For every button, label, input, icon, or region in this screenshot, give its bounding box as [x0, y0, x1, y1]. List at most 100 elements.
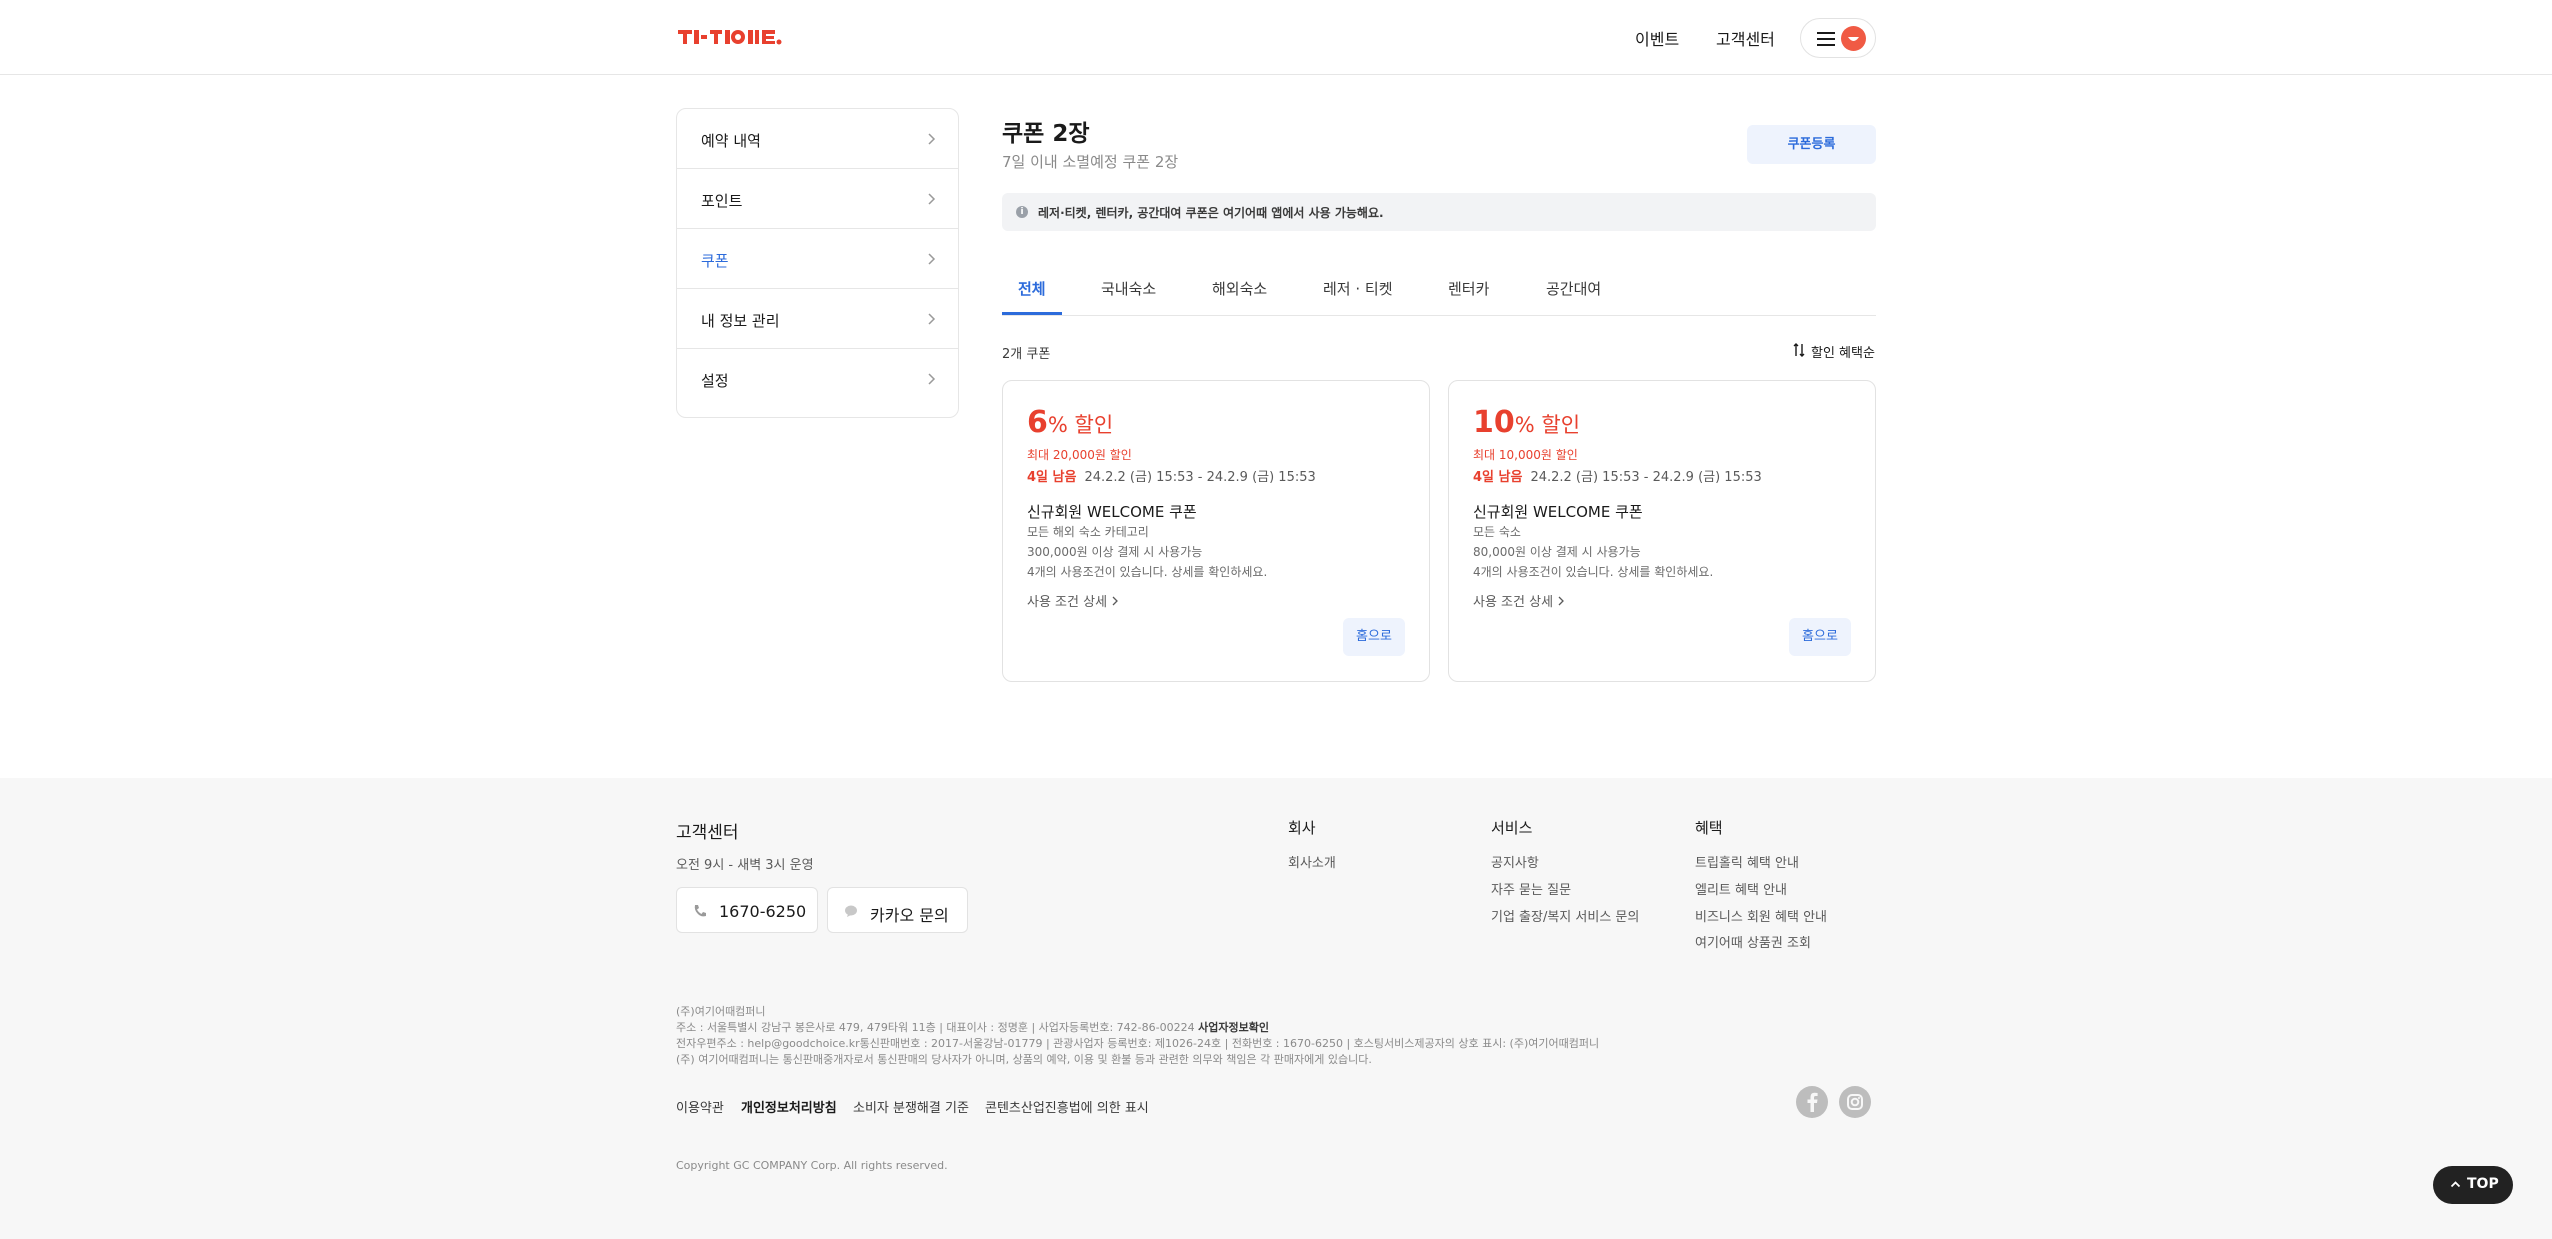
sidebar-item-label: 쿠폰	[701, 252, 729, 270]
tab-space-rental[interactable]: 공간대여	[1546, 278, 1601, 299]
footer-col-company-title: 회사	[1288, 819, 1316, 837]
mypage-sidebar: 예약 내역 포인트 쿠폰 내 정보 관리 설정	[676, 108, 959, 418]
top-header: 이벤트 고객센터	[0, 0, 2552, 75]
nav-customer-center-link[interactable]: 고객센터	[1716, 26, 1775, 50]
scroll-top-label: TOP	[2467, 1176, 2499, 1192]
phone-number: 1670-6250	[719, 902, 807, 921]
coupon-days-left: 4일 남음	[1473, 470, 1523, 485]
page-subtitle: 7일 이내 소멸예정 쿠폰 2장	[1002, 153, 1179, 171]
footer-contact-info: 전자우편주소 : help@goodchoice.kr통신판매번호 : 2017…	[676, 1037, 1600, 1050]
chevron-right-icon	[928, 313, 936, 325]
coupon-max-discount: 최대 10,000원 할인	[1473, 448, 1578, 462]
chat-bubble-icon	[845, 905, 857, 917]
go-home-button[interactable]: 홈으로	[1789, 618, 1851, 656]
coupon-discount-unit: % 할인	[1514, 413, 1581, 437]
footer-company-name: (주)여기어때컴퍼니	[676, 1005, 766, 1018]
sort-dropdown[interactable]: 할인 혜택순	[1811, 342, 1876, 361]
footer-disclaimer: (주) 여기어때컴퍼니는 통신판매중개자로서 통신판매의 당사자가 아니며, 상…	[676, 1053, 1372, 1066]
chevron-right-icon	[1558, 596, 1565, 606]
footer-terms-link[interactable]: 이용약관	[676, 1097, 724, 1116]
footer-content-law-link[interactable]: 콘텐츠산업진흥법에 의한 표시	[985, 1097, 1149, 1116]
coupon-tabs: 전체 국내숙소 해외숙소 레저 · 티켓 렌터카 공간대여	[1002, 268, 1876, 316]
footer-link-elite[interactable]: 엘리트 혜택 안내	[1695, 879, 1787, 898]
sidebar-item-label: 포인트	[701, 192, 743, 210]
coupon-count: 2개 쿠폰	[1002, 347, 1051, 362]
site-footer	[0, 778, 2552, 1239]
chevron-right-icon	[928, 133, 936, 145]
coupon-discount-unit: % 할인	[1047, 413, 1114, 437]
footer-link-tripholic[interactable]: 트립홀릭 혜택 안내	[1695, 852, 1799, 871]
sidebar-item-label: 내 정보 관리	[701, 312, 780, 330]
chevron-right-icon	[928, 253, 936, 265]
coupon-discount: 10% 할인	[1473, 405, 1580, 440]
tab-leisure-ticket[interactable]: 레저 · 티켓	[1323, 278, 1393, 299]
info-icon: i	[1016, 206, 1028, 218]
footer-col-benefit-title: 혜택	[1695, 819, 1723, 837]
kakao-inquiry-label: 카카오 문의	[870, 906, 949, 925]
sidebar-item-points[interactable]: 포인트	[677, 169, 958, 229]
coupon-date-range: 24.2.2 (금) 15:53 - 24.2.9 (금) 15:53	[1530, 470, 1762, 485]
coupon-condition: 80,000원 이상 결제 시 사용가능	[1473, 545, 1641, 559]
coupon-days-left: 4일 남음	[1027, 470, 1077, 485]
active-tab-indicator	[1002, 312, 1062, 315]
footer-company-address: 주소 : 서울특별시 강남구 봉은사로 479, 479타워 11층 | 대표이…	[676, 1019, 1269, 1035]
chevron-right-icon	[928, 193, 936, 205]
scroll-top-button[interactable]: TOP	[2433, 1166, 2513, 1204]
kakao-inquiry-button[interactable]: 카카오 문의	[827, 887, 968, 933]
facebook-icon[interactable]	[1796, 1086, 1828, 1118]
copyright: Copyright GC COMPANY Corp. All rights re…	[676, 1159, 948, 1172]
footer-dispute-link[interactable]: 소비자 분쟁해결 기준	[853, 1097, 969, 1116]
sidebar-item-label: 설정	[701, 372, 729, 390]
chevron-right-icon	[1112, 596, 1119, 606]
coupon-detail-label: 사용 조건 상세	[1473, 595, 1554, 610]
footer-link-gift-card[interactable]: 여기어때 상품권 조회	[1695, 932, 1811, 951]
footer-link-business-member[interactable]: 비즈니스 회원 혜택 안내	[1695, 906, 1827, 925]
footer-link-about[interactable]: 회사소개	[1288, 852, 1336, 871]
footer-address-text: 주소 : 서울특별시 강남구 봉은사로 479, 479타워 11층 | 대표이…	[676, 1021, 1195, 1034]
phone-button[interactable]: 1670-6250	[676, 887, 818, 933]
go-home-button[interactable]: 홈으로	[1343, 618, 1405, 656]
coupon-discount-value: 10	[1473, 405, 1515, 440]
sidebar-item-label: 예약 내역	[701, 132, 761, 150]
coupon-discount-value: 6	[1027, 405, 1048, 440]
phone-icon	[694, 905, 706, 917]
chevron-right-icon	[928, 373, 936, 385]
footer-cs-hours: 오전 9시 - 새벽 3시 운영	[676, 858, 814, 873]
register-coupon-button[interactable]: 쿠폰등록	[1747, 125, 1876, 164]
coupon-condition: 모든 해외 숙소 카테고리	[1027, 525, 1149, 539]
tab-overseas[interactable]: 해외숙소	[1212, 278, 1267, 299]
footer-link-business-inquiry[interactable]: 기업 출장/복지 서비스 문의	[1491, 906, 1639, 925]
nav-event-link[interactable]: 이벤트	[1635, 26, 1679, 50]
avatar	[1841, 26, 1866, 51]
coupon-detail-label: 사용 조건 상세	[1027, 595, 1108, 610]
coupon-period: 4일 남음 24.2.2 (금) 15:53 - 24.2.9 (금) 15:53	[1473, 466, 1762, 485]
coupon-detail-link[interactable]: 사용 조건 상세	[1027, 591, 1119, 610]
coupon-period: 4일 남음 24.2.2 (금) 15:53 - 24.2.9 (금) 15:53	[1027, 466, 1316, 485]
yeogi-logo[interactable]	[676, 24, 784, 50]
coupon-card: 10% 할인 최대 10,000원 할인 4일 남음 24.2.2 (금) 15:…	[1448, 380, 1876, 682]
profile-menu-button[interactable]	[1800, 18, 1876, 58]
sidebar-item-coupons[interactable]: 쿠폰	[677, 229, 958, 289]
business-info-link[interactable]: 사업자정보확인	[1198, 1021, 1269, 1034]
info-notice: i 레저·티켓, 렌터카, 공간대여 쿠폰은 여기어때 앱에서 사용 가능해요.	[1002, 193, 1876, 231]
coupon-name: 신규회원 WELCOME 쿠폰	[1473, 503, 1643, 521]
sidebar-item-settings[interactable]: 설정	[677, 349, 958, 409]
coupon-detail-link[interactable]: 사용 조건 상세	[1473, 591, 1565, 610]
tab-rentcar[interactable]: 렌터카	[1448, 278, 1489, 299]
coupon-condition: 4개의 사용조건이 있습니다. 상세를 확인하세요.	[1473, 565, 1714, 579]
instagram-icon[interactable]	[1839, 1086, 1871, 1118]
footer-cs-title: 고객센터	[676, 823, 739, 843]
tab-all[interactable]: 전체	[1018, 278, 1046, 299]
sidebar-item-account[interactable]: 내 정보 관리	[677, 289, 958, 349]
footer-privacy-link[interactable]: 개인정보처리방침	[741, 1097, 837, 1116]
coupon-name: 신규회원 WELCOME 쿠폰	[1027, 503, 1197, 521]
sort-icon[interactable]	[1793, 343, 1805, 357]
footer-link-notice[interactable]: 공지사항	[1491, 852, 1539, 871]
footer-link-faq[interactable]: 자주 묻는 질문	[1491, 879, 1571, 898]
coupon-date-range: 24.2.2 (금) 15:53 - 24.2.9 (금) 15:53	[1084, 470, 1316, 485]
coupon-condition: 300,000원 이상 결제 시 사용가능	[1027, 545, 1203, 559]
coupon-discount: 6% 할인	[1027, 405, 1113, 440]
tab-domestic[interactable]: 국내숙소	[1101, 278, 1156, 299]
sidebar-item-reservations[interactable]: 예약 내역	[677, 109, 958, 169]
page-title: 쿠폰 2장	[1002, 121, 1090, 147]
